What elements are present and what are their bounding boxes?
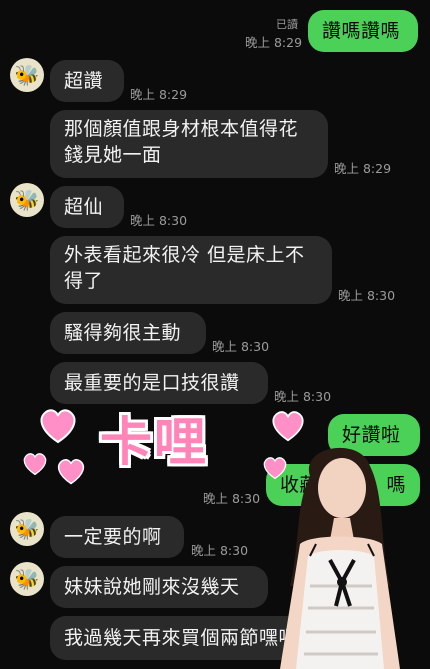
message-time: 晚上 8:29 bbox=[334, 161, 392, 176]
contact-avatar[interactable]: 🐝 bbox=[10, 562, 44, 596]
message-bubble-outgoing[interactable]: 讚嗎讚嗎 bbox=[308, 10, 418, 52]
message-time: 晚上 8:30 bbox=[191, 543, 249, 558]
heart-icon bbox=[23, 453, 47, 476]
message-time: 晚上 8:30 bbox=[130, 213, 188, 228]
read-receipt: 已讀 bbox=[276, 18, 298, 31]
woman-photo-sticker bbox=[280, 447, 400, 669]
contact-avatar[interactable]: 🐝 bbox=[10, 58, 44, 92]
heart-icon bbox=[57, 459, 85, 485]
message-time: 晚上 8:30 bbox=[338, 288, 396, 303]
message-time: 晚上 8:30 bbox=[274, 389, 332, 404]
sticker-text: 卡哩 bbox=[100, 413, 209, 473]
contact-avatar[interactable]: 🐝 bbox=[10, 512, 44, 546]
message-bubble-incoming[interactable]: 最重要的是口技很讚 bbox=[50, 362, 268, 404]
message-time: 晚上 8:29 bbox=[245, 35, 303, 50]
message-time: 晚上 8:30 bbox=[212, 339, 270, 354]
message-bubble-incoming[interactable]: 騷得夠很主動 bbox=[50, 312, 206, 354]
bee-avatar-icon: 🐝 bbox=[14, 63, 40, 87]
message-bubble-incoming[interactable]: 妹妹說她剛來沒幾天 bbox=[50, 566, 268, 608]
bee-avatar-icon: 🐝 bbox=[14, 567, 40, 591]
bee-avatar-icon: 🐝 bbox=[14, 517, 40, 541]
message-line: 得了 bbox=[64, 270, 104, 292]
bee-avatar-icon: 🐝 bbox=[14, 188, 40, 212]
message-bubble-incoming[interactable]: 超讚 bbox=[50, 60, 124, 102]
message-time: 晚上 8:29 bbox=[130, 87, 188, 102]
message-line: 錢見她一面 bbox=[64, 144, 162, 166]
heart-icon bbox=[40, 409, 76, 444]
message-bubble-incoming[interactable]: 外表看起來很冷 但是床上不 得了 bbox=[50, 236, 332, 304]
message-bubble-incoming[interactable]: 一定要的啊 bbox=[50, 516, 184, 558]
message-line: 那個顏值跟身材根本值得花 bbox=[64, 118, 299, 140]
message-bubble-incoming[interactable]: 超仙 bbox=[50, 186, 124, 228]
contact-avatar[interactable]: 🐝 bbox=[10, 183, 44, 217]
message-line: 外表看起來很冷 但是床上不 bbox=[64, 244, 305, 266]
message-bubble-incoming[interactable]: 那個顏值跟身材根本值得花 錢見她一面 bbox=[50, 110, 328, 178]
